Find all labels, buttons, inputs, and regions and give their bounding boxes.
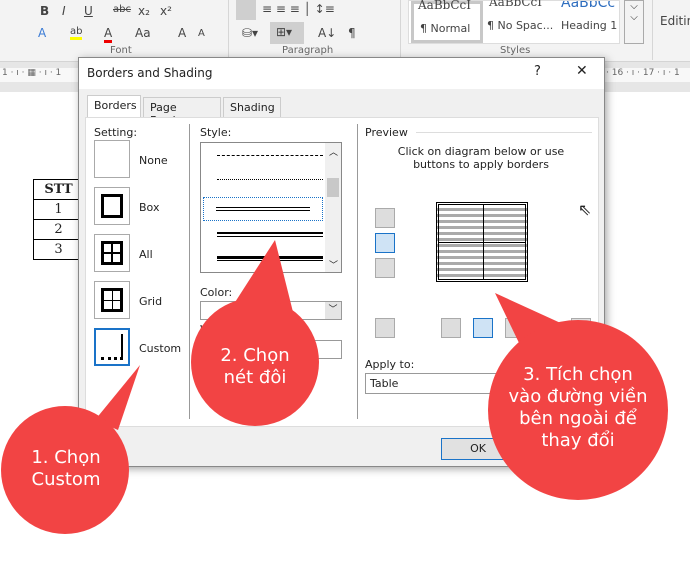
sort-icon[interactable]: A↓ [318, 26, 336, 40]
subscript-button[interactable]: x₂ [138, 4, 150, 18]
color-label: Color: [200, 286, 233, 299]
scroll-thumb[interactable] [327, 178, 339, 197]
color-dropdown[interactable]: ﹀ [200, 301, 342, 320]
setting-grid-label[interactable]: Grid [139, 295, 162, 308]
borders-button[interactable]: ⊞▾ [270, 22, 304, 44]
style-option-thick-thin[interactable] [217, 232, 323, 237]
underline-button[interactable]: U [84, 4, 93, 18]
ruler-right-ticks: · 16 · ı · 17 · ı · 1 [606, 68, 680, 78]
tab-shading[interactable]: Shading [223, 97, 281, 117]
tab-page-border[interactable]: Page Border [143, 97, 221, 127]
ok-button[interactable]: OK [441, 438, 515, 460]
italic-button[interactable]: I [62, 4, 66, 18]
preview-label: Preview [365, 126, 408, 139]
pilcrow-icon[interactable]: ¶ [348, 26, 356, 40]
font-color-button[interactable]: A [104, 26, 113, 43]
superscript-button[interactable]: x² [160, 4, 172, 18]
ribbon: B I U abc x₂ x² A ab A Aa A A Font ≡ ≡ ≡… [0, 0, 690, 62]
paragraph-group-label: Paragraph [282, 45, 334, 56]
style-heading-1[interactable]: AaBbCc Heading 1 [557, 1, 619, 43]
dialog-titlebar: Borders and Shading ? ✕ [79, 58, 604, 89]
ruler-left-ticks: 1 · ı · ▦ · ı · 1 [2, 68, 62, 78]
style-option-thick[interactable] [217, 256, 323, 261]
apply-to-label: Apply to: [365, 358, 415, 371]
callout-1-text: 1. Chọn Custom [31, 447, 101, 490]
preview-diagram[interactable] [436, 202, 528, 282]
preview-hint: Click on diagram below or use buttons to… [397, 145, 565, 171]
style-option-double-selected[interactable] [203, 197, 323, 221]
bold-button[interactable]: B [40, 4, 49, 18]
style-normal[interactable]: AaBbCcI ¶ Normal [411, 0, 483, 43]
font-group-label: Font [110, 45, 132, 56]
strikethrough-button[interactable]: abc [113, 4, 131, 15]
dialog-title: Borders and Shading [87, 66, 213, 80]
highlight-button[interactable]: ab [70, 26, 83, 40]
mouse-cursor-icon: ⇖ [578, 200, 592, 219]
text-effects-button[interactable]: A [38, 26, 46, 40]
setting-none-label[interactable]: None [139, 154, 168, 167]
style-option-dash-dot-dot[interactable] [217, 179, 323, 180]
diagonal-up-border-button[interactable] [571, 318, 591, 338]
align-left-button[interactable] [236, 0, 256, 20]
inside-horizontal-border-button[interactable] [375, 233, 395, 253]
table-cell: 1 [33, 199, 84, 220]
style-scrollbar[interactable]: ︿ ﹀ [325, 143, 341, 272]
style-list[interactable]: ︿ ﹀ [200, 142, 342, 273]
setting-none-button[interactable] [94, 140, 130, 178]
left-border-button[interactable] [441, 318, 461, 338]
top-border-button[interactable] [375, 208, 395, 228]
inside-vertical-border-button[interactable] [473, 318, 493, 338]
diagonal-border-button[interactable] [375, 318, 395, 338]
setting-all-label[interactable]: All [139, 248, 153, 261]
setting-box-label[interactable]: Box [139, 201, 159, 214]
table-cell: 3 [33, 239, 84, 260]
styles-scroll[interactable]: ⌵ ⌵ [624, 0, 644, 44]
styles-gallery[interactable]: AaBbCcI ¶ Normal AaBbCcI ¶ No Spac... Aa… [408, 0, 620, 44]
setting-box-button[interactable] [94, 187, 130, 225]
table-header-stt: STT [33, 179, 84, 200]
close-button[interactable]: ✕ [576, 63, 588, 79]
styles-group-label: Styles [500, 45, 531, 56]
word-table: STT 1 2 3 [33, 179, 84, 260]
grow-font-button[interactable]: A [178, 26, 186, 40]
table-cell: 2 [33, 219, 84, 240]
editing-button[interactable]: Editing [660, 14, 690, 28]
bottom-border-button[interactable] [375, 258, 395, 278]
setting-grid-button[interactable] [94, 281, 130, 319]
setting-all-button[interactable] [94, 234, 130, 272]
paragraph-align-icons[interactable]: ≡ ≡ ≡ │ ↕≡ [262, 2, 335, 16]
help-button[interactable]: ? [534, 64, 541, 79]
setting-custom-label[interactable]: Custom [139, 342, 181, 355]
tab-borders[interactable]: Borders [87, 95, 141, 118]
change-case-button[interactable]: Aa [135, 26, 151, 40]
style-no-spacing[interactable]: AaBbCcI ¶ No Spac... [485, 0, 555, 43]
callout-3-text: 3. Tích chọn vào đường viền bên ngoài để… [508, 364, 648, 451]
width-label: W [200, 323, 211, 336]
shading-icon[interactable]: ⛁▾ [242, 26, 258, 40]
style-option-dash-dot[interactable] [217, 155, 323, 156]
callout-2-text: 2. Chọn nét đôi [220, 345, 290, 388]
setting-label: Setting: [94, 126, 138, 139]
shrink-font-button[interactable]: A [198, 28, 205, 39]
style-label: Style: [200, 126, 232, 139]
right-border-button[interactable] [505, 318, 525, 338]
setting-custom-button[interactable] [94, 328, 130, 366]
